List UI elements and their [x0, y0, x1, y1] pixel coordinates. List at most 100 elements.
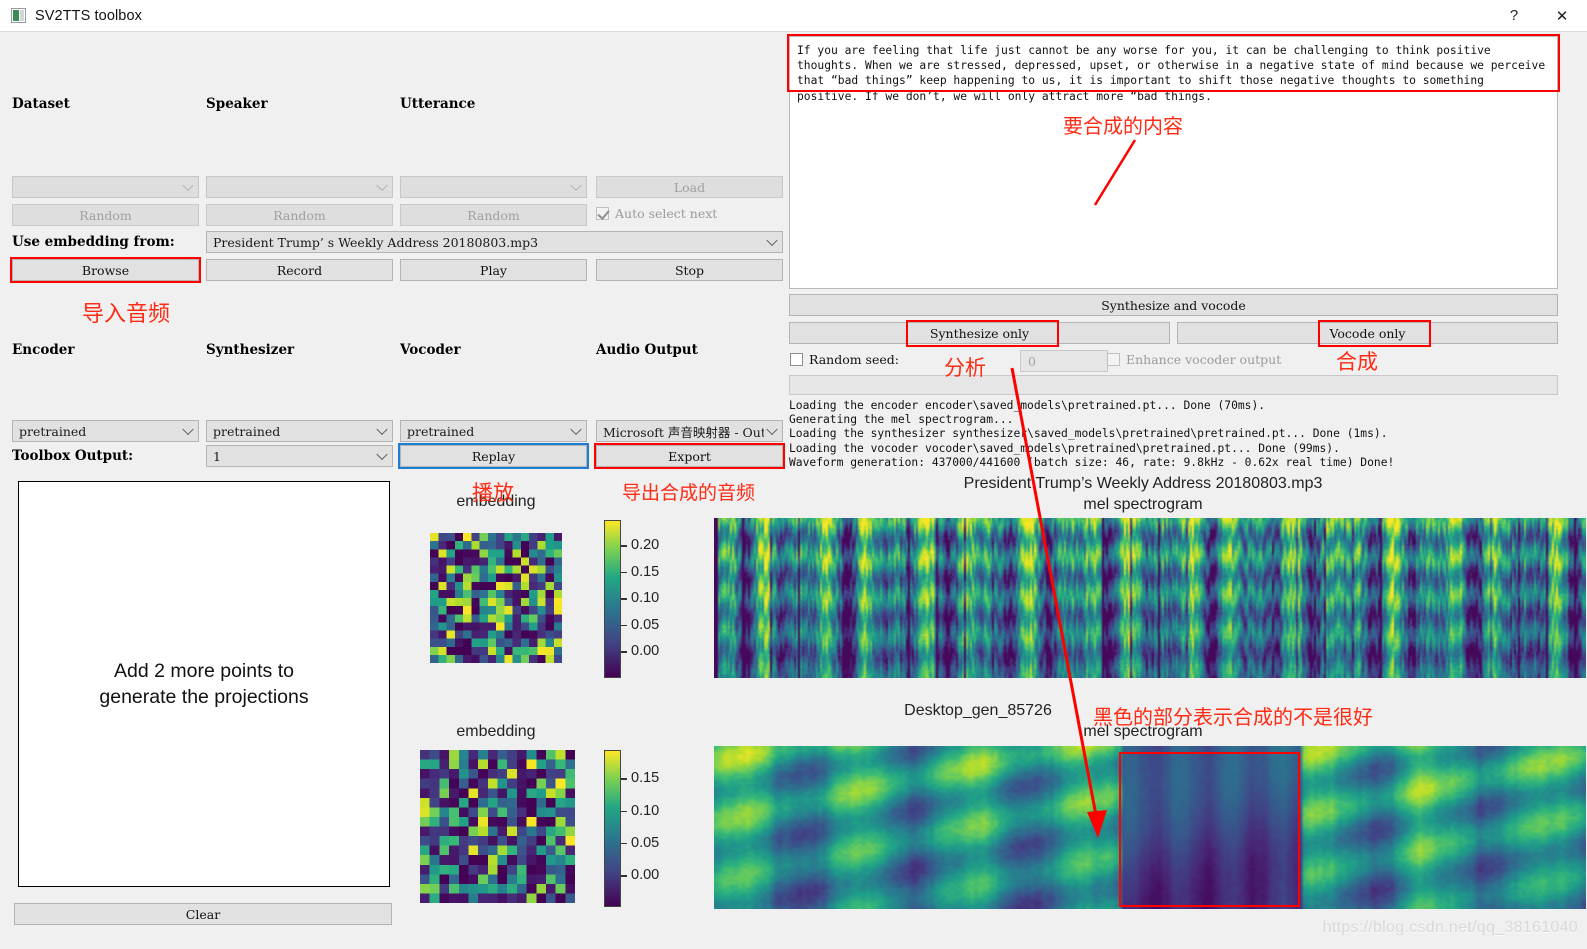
chevron-down-icon	[570, 179, 582, 192]
checkbox-box-icon	[1107, 353, 1120, 366]
checkbox-box-icon	[596, 207, 609, 220]
annotation-black-region-note: 黑色的部分表示合成的不是很好	[1093, 705, 1373, 729]
random-utterance-button[interactable]: Random	[400, 204, 587, 226]
chevron-down-icon	[376, 448, 388, 461]
auto-select-next-label: Auto select next	[615, 206, 718, 221]
chevron-down-icon	[570, 423, 582, 436]
progress-bar	[789, 375, 1558, 395]
synthesizer-combo-value: pretrained	[213, 423, 281, 439]
clear-button[interactable]: Clear	[14, 903, 392, 925]
speaker-label: Speaker	[206, 96, 268, 112]
embedding-top-heatmap	[430, 533, 562, 663]
use-embedding-from-label: Use embedding from:	[12, 234, 175, 250]
auto-select-next-checkbox[interactable]: Auto select next	[596, 206, 717, 221]
colorbar-tick-label: 0.20	[631, 537, 660, 554]
embedding-bottom-colorbar: 0.15 0.10 0.05 0.00	[604, 750, 684, 907]
title-bar: SV2TTS toolbox ? ✕	[0, 0, 1587, 32]
log-output: Loading the encoder encoder\saved_models…	[789, 399, 1395, 469]
audio-output-combo[interactable]: Microsoft 声音映射器 - Outpu	[596, 420, 783, 442]
toolbox-output-combo-value: 1	[213, 448, 221, 464]
vocoder-combo[interactable]: pretrained	[400, 420, 587, 442]
spectrogram-bottom	[714, 746, 1586, 909]
annotation-synthesize: 合成	[1336, 350, 1378, 374]
annotation-export-audio: 导出合成的音频	[622, 482, 756, 504]
annotation-import-audio: 导入音频	[82, 302, 171, 327]
embedding-bottom-title: embedding	[456, 723, 536, 740]
enhance-vocoder-output-checkbox[interactable]: Enhance vocoder output	[1107, 352, 1281, 367]
close-button[interactable]: ✕	[1537, 0, 1587, 32]
colorbar-tick-label: 0.10	[631, 590, 660, 607]
play-button[interactable]: Play	[400, 259, 587, 281]
enhance-vocoder-output-label: Enhance vocoder output	[1126, 352, 1282, 367]
colorbar-gradient	[604, 750, 621, 907]
random-dataset-button[interactable]: Random	[12, 204, 199, 226]
spectrogram-top-title-line2: mel spectrogram	[1083, 496, 1203, 513]
colorbar-tick-label: 0.15	[631, 770, 660, 787]
synthesize-and-vocode-button[interactable]: Synthesize and vocode	[789, 294, 1558, 316]
synthesizer-label: Synthesizer	[206, 342, 295, 358]
encoder-combo-value: pretrained	[19, 423, 87, 439]
browse-button[interactable]: Browse	[12, 259, 199, 281]
colorbar-tick-label: 0.15	[631, 563, 660, 580]
projections-placeholder-line1: Add 2 more points to	[114, 660, 294, 682]
annotation-content-to-synthesize: 要合成的内容	[1063, 114, 1183, 138]
colorbar-tick	[621, 810, 627, 812]
colorbar-tick-label: 0.10	[631, 802, 660, 819]
colorbar-tick	[621, 651, 627, 653]
embedding-source-value: President Trump’ s Weekly Address 201808…	[213, 234, 539, 250]
random-seed-label: Random seed:	[809, 352, 899, 367]
embedding-top-colorbar: 0.20 0.15 0.10 0.05 0.00	[604, 520, 684, 678]
random-speaker-button[interactable]: Random	[206, 204, 393, 226]
checkbox-box-icon	[790, 353, 803, 366]
colorbar-tick	[621, 843, 627, 845]
synthesizer-combo[interactable]: pretrained	[206, 420, 393, 442]
colorbar-tick	[621, 875, 627, 877]
encoder-label: Encoder	[12, 342, 75, 358]
spectrogram-top-canvas	[714, 518, 1586, 678]
colorbar-gradient	[604, 520, 621, 678]
annotation-analyze: 分析	[944, 356, 986, 380]
colorbar-tick	[621, 598, 627, 600]
colorbar-tick	[621, 778, 627, 780]
toolbox-output-combo[interactable]: 1	[206, 445, 393, 467]
vocode-only-button[interactable]: Vocode only	[1177, 322, 1558, 344]
toolbox-output-label: Toolbox Output:	[12, 448, 134, 464]
random-seed-checkbox[interactable]: Random seed:	[790, 352, 899, 367]
colorbar-tick	[621, 545, 627, 547]
audio-output-label: Audio Output	[596, 342, 698, 358]
colorbar-tick	[621, 571, 627, 574]
utterance-combo[interactable]	[400, 176, 587, 198]
embedding-source-combo[interactable]: President Trump’ s Weekly Address 201808…	[206, 231, 783, 253]
replay-button[interactable]: Replay	[400, 445, 587, 467]
seed-input[interactable]: 0	[1020, 350, 1108, 372]
synthesize-only-button[interactable]: Synthesize only	[789, 322, 1170, 344]
colorbar-tick	[621, 624, 627, 627]
encoder-combo[interactable]: pretrained	[12, 420, 199, 442]
export-button[interactable]: Export	[596, 445, 783, 467]
record-button[interactable]: Record	[206, 259, 393, 281]
chevron-down-icon	[766, 234, 778, 247]
app-icon	[11, 8, 26, 23]
load-button[interactable]: Load	[596, 176, 783, 198]
stop-button[interactable]: Stop	[596, 259, 783, 281]
spectrogram-top-title-line1: President Trump’s Weekly Address 2018080…	[963, 475, 1323, 492]
spectrogram-top	[714, 518, 1586, 678]
colorbar-tick-label: 0.00	[631, 643, 660, 660]
utterance-label: Utterance	[400, 96, 476, 112]
chevron-down-icon	[182, 179, 194, 192]
projections-canvas[interactable]: Add 2 more points to generate the projec…	[18, 481, 390, 887]
chevron-down-icon	[182, 423, 194, 436]
watermark: https://blog.csdn.net/qq_38161040	[1322, 919, 1578, 936]
dataset-combo[interactable]	[12, 176, 199, 198]
vocoder-label: Vocoder	[400, 342, 461, 358]
window-title: SV2TTS toolbox	[35, 7, 142, 24]
spectrogram-bottom-canvas	[714, 746, 1586, 909]
chevron-down-icon	[766, 423, 778, 436]
speaker-combo[interactable]	[206, 176, 393, 198]
synthesis-text-input[interactable]: If you are feeling that life just cannot…	[789, 36, 1558, 289]
colorbar-tick-label: 0.05	[631, 835, 660, 852]
vocoder-combo-value: pretrained	[407, 423, 475, 439]
help-button[interactable]: ?	[1491, 0, 1537, 32]
chevron-down-icon	[376, 423, 388, 436]
projections-placeholder-text: Add 2 more points to generate the projec…	[99, 658, 308, 710]
